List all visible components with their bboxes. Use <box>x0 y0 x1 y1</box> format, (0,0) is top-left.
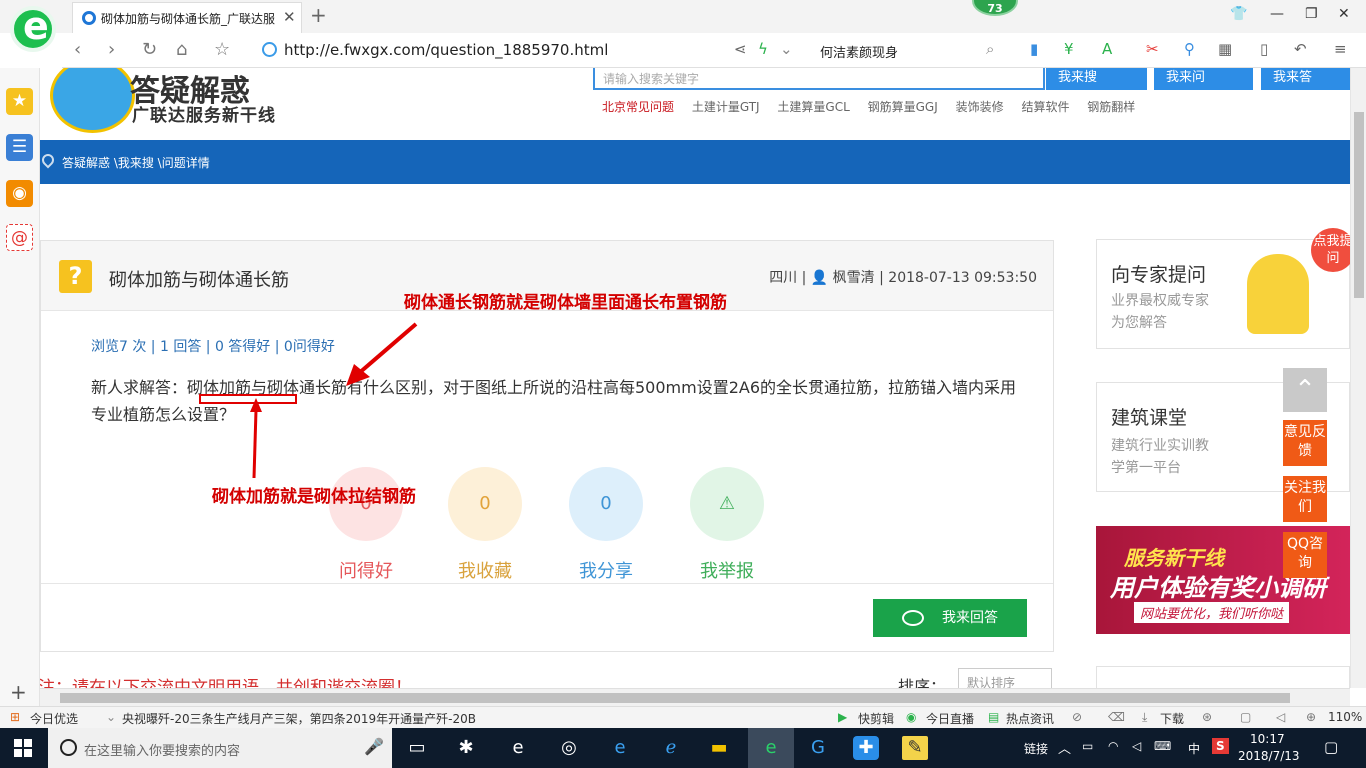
globe-icon[interactable]: ⊛ <box>1202 710 1212 724</box>
share-icon[interactable]: ⋖ <box>734 40 747 58</box>
chevron-down-icon[interactable]: ⌄ <box>780 40 793 58</box>
chevron-down-icon: ⌄ <box>106 710 117 724</box>
weibo-icon[interactable]: ◉ <box>6 180 33 207</box>
taskbar-search-placeholder: 在这里输入你要搜索的内容 <box>84 744 241 759</box>
apps-grid-icon[interactable]: ▦ <box>1218 40 1232 58</box>
cortana-icon <box>60 739 77 756</box>
notification-center-icon[interactable]: ▢ <box>1324 738 1338 756</box>
vertical-scrollbar[interactable] <box>1350 68 1366 688</box>
back-icon[interactable]: ‹ <box>74 39 81 60</box>
cross-app-icon[interactable]: ✚ <box>853 736 879 760</box>
annotation-arrows <box>199 322 418 479</box>
arrow-head-bottom <box>250 398 262 412</box>
quick-cut-link[interactable]: 快剪辑 <box>858 710 894 727</box>
sidebar-add-icon[interactable]: + <box>10 680 27 704</box>
download-icon: ⤓ <box>1142 710 1148 724</box>
live-icon: ◉ <box>906 710 917 724</box>
live-link[interactable]: 今日直播 <box>926 710 974 727</box>
undo-icon[interactable]: ↶ <box>1294 40 1307 58</box>
speed-icon[interactable]: ⊘ <box>1072 710 1082 724</box>
extension-ip-icon[interactable]: ▮ <box>1030 40 1038 58</box>
email-icon[interactable]: @ <box>6 224 33 251</box>
today-picks[interactable]: 今日优选 <box>30 710 78 727</box>
web-page: 答疑解惑 广联达服务新干线 请输入搜索关键字 我来搜 我来问 我来答 北京常见问… <box>40 68 1350 688</box>
search-icon[interactable]: ⌕ <box>986 40 994 58</box>
screenshot-scissors-icon[interactable]: ✂ <box>1146 40 1159 58</box>
maximize-button[interactable]: ❐ <box>1305 6 1318 22</box>
arrow-line-bottom <box>252 409 258 479</box>
notification-badge[interactable]: 73 <box>972 0 1018 16</box>
browser-status-bar: ⊞ 今日优选 ⌄ 央视曝歼-20三条生产线月产三架，第四条2019年开通量产歼-… <box>0 706 1366 728</box>
taskbar-search-box[interactable]: 在这里输入你要搜索的内容 🎤 <box>48 728 392 768</box>
microphone-icon[interactable]: 🎤 <box>364 737 384 756</box>
task-view-icon[interactable]: ▭ <box>404 736 430 760</box>
browser-tab[interactable]: 砌体加筋与砌体通长筋_广联达服 ✕ <box>72 2 302 33</box>
lightning-icon[interactable]: ϟ <box>758 40 768 58</box>
address-news-ticker[interactable]: 何洁素颜现身 <box>820 42 898 61</box>
home-icon[interactable]: ⌂ <box>176 39 187 60</box>
navigation-bar: ‹ › ↻ ⌂ ☆ http://e.fwxgx.com/question_18… <box>62 33 1366 68</box>
battery-icon[interactable]: ▭ <box>1082 739 1093 753</box>
clock-time[interactable]: 10:17 <box>1250 732 1285 746</box>
skin-icon[interactable]: 👕 <box>1230 6 1247 22</box>
browser-logo-icon[interactable] <box>10 4 56 52</box>
speaker-icon[interactable]: ◁ <box>1132 739 1141 753</box>
tray-link-label[interactable]: 链接 <box>1024 740 1048 757</box>
hot-news-link[interactable]: 热点资讯 <box>1006 710 1054 727</box>
reading-list-icon[interactable]: ☰ <box>6 134 33 161</box>
trash-icon[interactable]: ⌫ <box>1108 710 1125 724</box>
ime-indicator[interactable]: 中 <box>1188 740 1200 757</box>
video-edit-icon: ▶ <box>838 710 848 724</box>
wifi-icon[interactable]: ◠ <box>1108 739 1118 753</box>
status-news[interactable]: 央视曝歼-20三条生产线月产三架，第四条2019年开通量产歼-20B <box>122 710 476 727</box>
refresh-icon[interactable]: ↻ <box>142 39 157 60</box>
download-link[interactable]: 下载 <box>1160 710 1184 727</box>
zoom-icon: ⊕ <box>1306 710 1317 724</box>
address-bar[interactable]: http://e.fwxgx.com/question_1885970.html <box>284 41 608 59</box>
keyboard-icon[interactable]: ⌨ <box>1154 739 1171 753</box>
news-icon: ▤ <box>988 710 1000 724</box>
reader-icon[interactable]: ▯ <box>1260 40 1268 58</box>
tab-strip: 砌体加筋与砌体通长筋_广联达服 ✕ + 73 👕 — ❐ ✕ <box>0 0 1366 33</box>
clock-date[interactable]: 2018/7/13 <box>1238 749 1300 763</box>
browser-sidebar: ★ ☰ ◉ @ <box>0 68 40 708</box>
sogou-ime-icon[interactable]: S <box>1212 738 1229 754</box>
windows-taskbar: 在这里输入你要搜索的内容 🎤 ▭ ✱ e ◎ e ℯ ▬ e G ✚ ✎ 链接 … <box>0 728 1366 768</box>
tab-title: 砌体加筋与砌体通长筋_广联达服 <box>101 12 276 26</box>
swirl-app-icon[interactable]: ◎ <box>556 736 582 760</box>
wallet-icon[interactable]: ¥ <box>1064 40 1074 58</box>
vertical-scroll-thumb[interactable] <box>1354 112 1364 298</box>
horizontal-scrollbar[interactable] <box>40 688 1350 706</box>
edge-browser-icon[interactable]: e <box>607 736 633 760</box>
arrow-line-top <box>356 322 418 376</box>
minimize-button[interactable]: — <box>1270 6 1284 22</box>
secure-icon <box>262 42 277 57</box>
translate-icon[interactable]: A <box>1102 40 1112 58</box>
close-tab-icon[interactable]: ✕ <box>283 8 296 26</box>
window-icon[interactable]: ▢ <box>1240 710 1251 724</box>
magnifier-icon[interactable]: ⚲ <box>1184 40 1195 58</box>
notes-app-icon[interactable]: ✎ <box>902 736 928 760</box>
edge-legacy-icon[interactable]: e <box>505 736 531 760</box>
underline-box <box>199 394 297 404</box>
favorite-star-icon[interactable]: ☆ <box>214 39 230 60</box>
pinwheel-app-icon[interactable]: ✱ <box>453 736 479 760</box>
2345-browser-taskbar-icon[interactable]: e <box>748 728 794 768</box>
horizontal-scroll-thumb[interactable] <box>60 693 1290 703</box>
gift-icon: ⊞ <box>10 710 21 724</box>
file-explorer-icon[interactable]: ▬ <box>706 736 732 760</box>
new-tab-button[interactable]: + <box>310 3 327 27</box>
forward-icon[interactable]: › <box>108 39 115 60</box>
guanglianda-app-icon[interactable]: G <box>805 736 831 760</box>
volume-icon[interactable]: ◁ <box>1276 710 1285 724</box>
menu-icon[interactable]: ≡ <box>1334 40 1347 58</box>
tray-chevron-up-icon[interactable]: ︿ <box>1058 738 1071 757</box>
windows-start-icon[interactable] <box>14 739 32 757</box>
ie-browser-icon[interactable]: ℯ <box>658 736 684 760</box>
zoom-level[interactable]: 110% <box>1328 710 1362 724</box>
favorites-star-icon[interactable]: ★ <box>6 88 33 115</box>
site-favicon-icon <box>82 11 96 25</box>
close-window-button[interactable]: ✕ <box>1338 6 1350 22</box>
